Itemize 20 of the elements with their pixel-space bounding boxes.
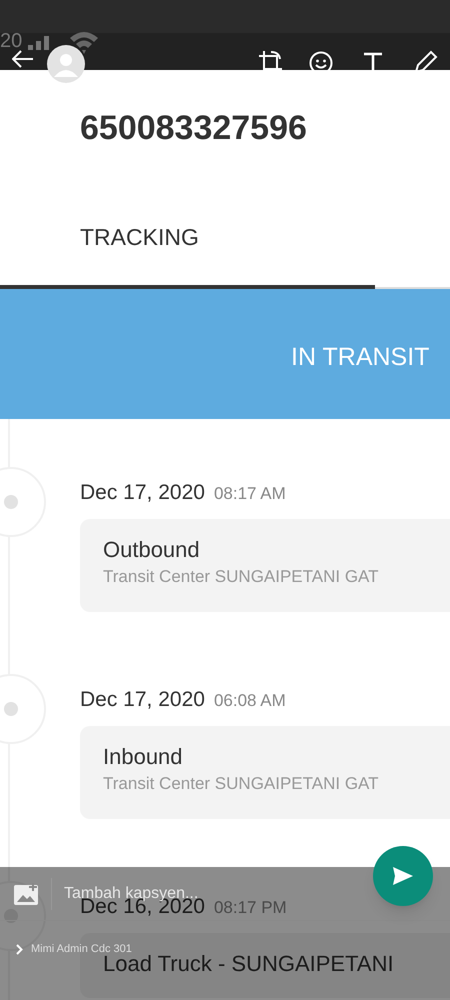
event-location: Transit Center SUNGAIPETANI GAT <box>103 773 379 795</box>
send-icon <box>393 867 413 885</box>
event-title: Load Truck - SUNGAIPETANI <box>103 952 394 976</box>
event-date: Dec 17, 2020 <box>80 482 205 502</box>
wifi-icon <box>68 30 100 56</box>
event-location: Transit Center SUNGAIPETANI GAT <box>103 566 379 588</box>
event-date: Dec 17, 2020 <box>80 688 205 710</box>
tracking-number: 650083327596 <box>79 108 308 148</box>
recipient-name: Mimi Admin Cdc 301 <box>31 942 132 955</box>
add-image-icon[interactable] <box>14 882 38 904</box>
event-time: 08:17 PM <box>214 896 287 918</box>
status-banner: IN TRANSIT <box>0 288 450 418</box>
event-time: 06:08 AM <box>214 690 286 712</box>
event-title: Inbound <box>103 745 183 769</box>
status-time: 20 <box>0 31 22 51</box>
avatar-icon <box>47 45 85 83</box>
back-arrow-icon[interactable] <box>12 50 34 68</box>
event-title: Outbound <box>103 538 200 562</box>
chevron-icon[interactable] <box>16 944 23 955</box>
event-time: 08:17 AM <box>214 482 286 504</box>
